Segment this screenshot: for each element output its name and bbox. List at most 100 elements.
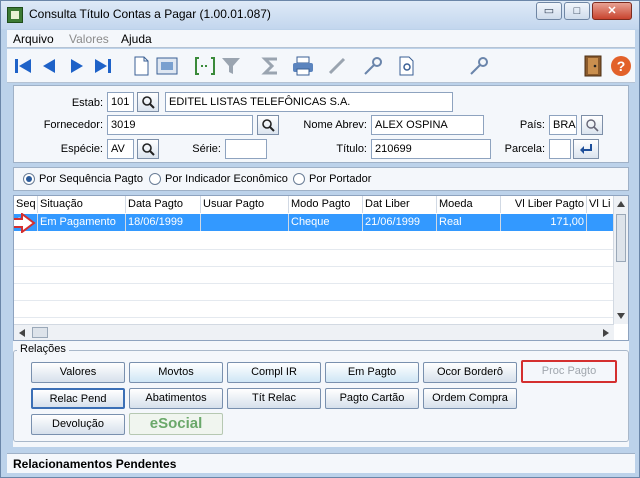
title-bar[interactable]: Consulta Título Contas a Pagar (1.00.01.…: [1, 1, 639, 29]
estab-search-button[interactable]: [137, 92, 159, 112]
col-usuar-pagto[interactable]: Usuar Pagto: [201, 196, 289, 213]
col-vl-liber-pagto[interactable]: Vl Liber Pagto: [501, 196, 587, 213]
next-icon[interactable]: [65, 54, 89, 78]
window-title: Consulta Título Contas a Pagar (1.00.01.…: [29, 7, 271, 21]
prev-icon[interactable]: [37, 54, 61, 78]
svg-text:?: ?: [617, 58, 626, 74]
pagto-cartao-button[interactable]: Pagto Cartão: [325, 388, 419, 409]
current-row-arrow-icon: [14, 213, 36, 233]
especie-label: Espécie:: [60, 143, 103, 155]
fornecedor-label: Fornecedor:: [43, 119, 103, 131]
fornecedor-search-button[interactable]: [257, 115, 279, 135]
sigma-icon[interactable]: [259, 54, 283, 78]
pencil-icon[interactable]: [325, 54, 349, 78]
toolbar: ?: [7, 49, 635, 83]
search-doc-icon[interactable]: [395, 54, 419, 78]
menu-bar: Arquivo Valores Ajuda: [7, 30, 635, 48]
valores-button[interactable]: Valores: [31, 362, 125, 383]
radio-seq-pagto[interactable]: Por Sequência Pagto: [23, 173, 143, 185]
serie-label: Série:: [192, 143, 221, 155]
radio-dot-selected: [23, 173, 35, 185]
grid-line: [14, 283, 614, 284]
enter-icon: [580, 144, 592, 154]
devolucao-button[interactable]: Devolução: [31, 414, 125, 435]
vertical-scrollbar[interactable]: [613, 196, 628, 324]
close-button[interactable]: ✕: [592, 2, 632, 20]
estab-field[interactable]: 101: [107, 92, 134, 112]
relations-label: Relações: [17, 343, 69, 355]
cell-modo-pagto: Cheque: [289, 214, 363, 231]
range-icon[interactable]: [193, 54, 217, 78]
col-moeda[interactable]: Moeda: [437, 196, 501, 213]
serie-field[interactable]: [225, 139, 267, 159]
grid-line: [14, 300, 614, 301]
fornecedor-field[interactable]: 3019: [107, 115, 253, 135]
abatimentos-button[interactable]: Abatimentos: [129, 388, 223, 409]
pais-label: País:: [519, 119, 545, 131]
col-data-pagto[interactable]: Data Pagto: [126, 196, 201, 213]
vertical-scroll-thumb[interactable]: [616, 214, 626, 262]
minimize-button[interactable]: ▭: [536, 2, 562, 20]
help-icon[interactable]: ?: [609, 54, 633, 78]
em-pagto-button[interactable]: Em Pagto: [325, 362, 419, 383]
cell-moeda: Real: [437, 214, 501, 231]
first-icon[interactable]: [11, 54, 35, 78]
scroll-left-icon[interactable]: [16, 326, 28, 340]
cell-vl-li: [587, 214, 614, 231]
parcela-field[interactable]: [549, 139, 571, 159]
movtos-button[interactable]: Movtos: [129, 362, 223, 383]
col-situacao[interactable]: Situação: [38, 196, 126, 213]
col-seq[interactable]: Seq: [14, 196, 38, 213]
payments-grid[interactable]: Seq Situação Data Pagto Usuar Pagto Modo…: [13, 195, 629, 341]
col-dat-liber[interactable]: Dat Liber: [363, 196, 437, 213]
menu-valores[interactable]: Valores: [69, 32, 109, 46]
search-icon: [586, 119, 599, 132]
ordem-compra-button[interactable]: Ordem Compra: [423, 388, 517, 409]
app-icon: [7, 7, 23, 23]
compl-ir-button[interactable]: Compl IR: [227, 362, 321, 383]
radio-dot: [149, 173, 161, 185]
scroll-right-icon[interactable]: [600, 326, 612, 340]
ocor-bordero-button[interactable]: Ocor Borderô: [423, 362, 517, 383]
radio-portador-label: Por Portador: [309, 173, 372, 185]
horizontal-scroll-thumb[interactable]: [32, 327, 48, 338]
search-icon: [142, 96, 155, 109]
preview-icon[interactable]: [155, 54, 179, 78]
cell-dat-liber: 21/06/1999: [363, 214, 437, 231]
proc-pagto-button[interactable]: Proc Pagto: [521, 360, 617, 383]
col-vl-li[interactable]: Vl Li: [587, 196, 614, 213]
parcela-label: Parcela:: [504, 143, 545, 155]
document-icon[interactable]: [129, 54, 153, 78]
estab-label: Estab:: [71, 97, 103, 109]
scroll-down-icon[interactable]: [614, 310, 628, 322]
especie-field[interactable]: AV: [107, 139, 134, 159]
titulo-field[interactable]: 210699: [371, 139, 491, 159]
scroll-up-icon[interactable]: [614, 198, 628, 210]
horizontal-scrollbar[interactable]: [14, 324, 614, 340]
menu-ajuda[interactable]: Ajuda: [121, 32, 152, 46]
esocial-button[interactable]: eSocial: [129, 413, 223, 435]
especie-search-button[interactable]: [137, 139, 159, 159]
relac-pend-button[interactable]: Relac Pend: [31, 388, 125, 409]
radio-portador[interactable]: Por Portador: [293, 173, 371, 185]
radio-indicador[interactable]: Por Indicador Econômico: [149, 173, 288, 185]
filter-icon[interactable]: [219, 54, 243, 78]
exit-icon[interactable]: [581, 54, 605, 78]
nome-abrev-field[interactable]: ALEX OSPINA: [371, 115, 484, 135]
pais-field[interactable]: BRA: [549, 115, 577, 135]
table-row[interactable]: 1 Em Pagamento 18/06/1999 Cheque 21/06/1…: [14, 214, 614, 231]
key2-icon[interactable]: [467, 54, 491, 78]
col-modo-pagto[interactable]: Modo Pagto: [289, 196, 363, 213]
maximize-button[interactable]: □: [564, 2, 590, 20]
tit-relac-button[interactable]: Tít Relac: [227, 388, 321, 409]
print-icon[interactable]: [291, 54, 315, 78]
last-icon[interactable]: [91, 54, 115, 78]
pais-search-button[interactable]: [581, 115, 603, 135]
search-icon: [142, 143, 155, 156]
estab-name-field[interactable]: EDITEL LISTAS TELEFÔNICAS S.A.: [165, 92, 453, 112]
menu-arquivo[interactable]: Arquivo: [13, 32, 54, 46]
enter-button[interactable]: [573, 139, 599, 159]
key-icon[interactable]: [361, 54, 385, 78]
grid-line: [14, 266, 614, 267]
cell-data-pagto: 18/06/1999: [126, 214, 201, 231]
